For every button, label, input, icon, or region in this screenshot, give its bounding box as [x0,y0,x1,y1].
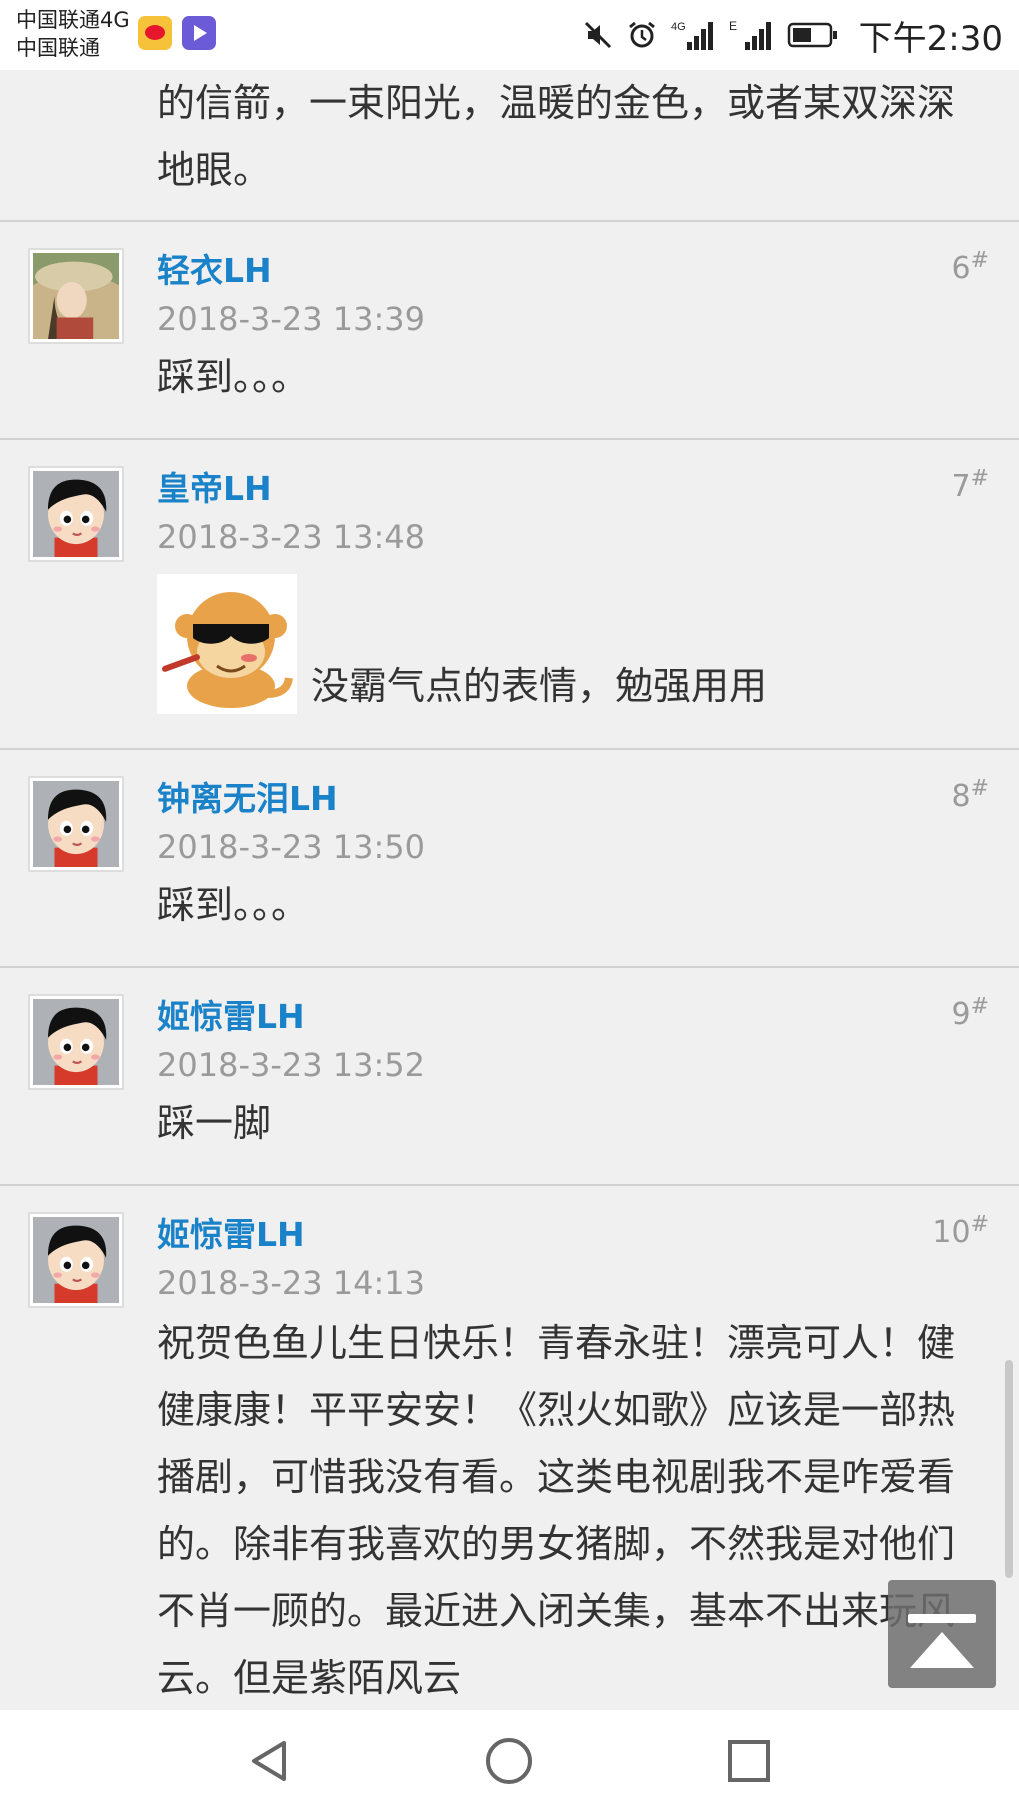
avatar[interactable] [28,248,124,344]
system-nav-bar [0,1710,1019,1812]
avatar[interactable] [28,1212,124,1308]
back-to-top-button[interactable] [888,1580,996,1688]
monkey-sunglasses-emoticon [157,574,297,714]
comment-text: 踩到。。。 [157,883,310,927]
comment-content: 没霸气点的表情，勉强用用 [157,574,767,714]
carrier-line1: 中国联通4G [16,8,130,32]
back-nav-button[interactable] [240,1731,300,1791]
floor-mark: # [970,466,989,491]
comment-item: 姬惊雷LH 10# 2018-3-23 14:13 祝贺色鱼儿生日快乐！青春永驻… [0,1186,1019,1710]
comment-text: 没霸气点的表情，勉强用用 [311,664,768,708]
floor-number: 7# [951,466,989,504]
floor-value: 10 [932,1215,971,1250]
floor-number: 6# [951,248,989,286]
comment-time: 2018-3-23 14:13 [157,1264,425,1302]
alarm-icon [627,20,657,50]
floor-number: 9# [951,994,989,1032]
floor-mark: # [970,248,989,273]
comment-item: 轻衣LH 6# 2018-3-23 13:39 踩到。。。 [0,222,1019,438]
username[interactable]: 姬惊雷LH [157,990,305,1038]
avatar[interactable] [28,776,124,872]
video-app-notification-icon [182,16,216,50]
signal-e-icon: E [729,18,773,52]
floor-value: 8 [951,779,971,814]
username[interactable]: 皇帝LH [157,462,272,510]
status-bar: 中国联通4G 中国联通 4G E 下午2:30 [0,0,1019,70]
floor-number: 8# [951,776,989,814]
username[interactable]: 轻衣LH [157,244,272,292]
status-icons: 4G E 下午2:30 [583,12,1003,59]
comment-text: 踩到。。。 [157,355,310,399]
floor-mark: # [970,994,989,1019]
home-circle-icon [486,1738,533,1784]
carrier-line2: 中国联通 [16,36,100,60]
back-to-top-bar-icon [908,1614,976,1623]
weibo-notification-icon [138,16,172,50]
partial-comment-text: 的信箭，一束阳光，温暖的金色，或者某双深深地眼。 [157,81,956,192]
floor-value: 9 [951,997,971,1032]
clock-time: 下午2:30 [858,18,1003,59]
comment-time: 2018-3-23 13:39 [157,300,425,338]
comment-item: 皇帝LH 7# 2018-3-23 13:48 没霸气点的表情，勉强用用 [0,440,1019,748]
comment-item: 钟离无泪LH 8# 2018-3-23 13:50 踩到。。。 [0,750,1019,966]
comment-text: 踩一脚 [157,1101,272,1145]
comment-time: 2018-3-23 13:48 [157,518,425,556]
edge-label: E [729,19,737,33]
floor-mark: # [970,776,989,801]
network-type-label: 4G [671,21,686,33]
comment-item: 姬惊雷LH 9# 2018-3-23 13:52 踩一脚 [0,968,1019,1184]
battery-icon [787,21,839,49]
recents-nav-button[interactable] [719,1731,779,1791]
mute-icon [583,20,613,50]
avatar[interactable] [28,994,124,1090]
scrollbar[interactable] [1005,1360,1013,1578]
comment-time: 2018-3-23 13:52 [157,1046,425,1084]
comment-list[interactable]: 的信箭，一束阳光，温暖的金色，或者某双深深地眼。 轻衣LH 6# 2018-3-… [0,70,1019,1710]
arrow-up-icon [910,1632,974,1668]
avatar[interactable] [28,466,124,562]
back-triangle-icon [251,1741,286,1781]
signal-4g-icon: 4G [671,18,715,52]
floor-value: 7 [951,469,971,504]
home-nav-button[interactable] [479,1731,539,1791]
floor-number: 10# [932,1212,989,1250]
comment-text: 祝贺色鱼儿生日快乐！青春永驻！漂亮可人！健健康康！平平安安！《烈火如歌》应该是一… [157,1321,956,1700]
floor-mark: # [970,1212,989,1237]
username[interactable]: 姬惊雷LH [157,1208,305,1256]
comment-time: 2018-3-23 13:50 [157,828,425,866]
username[interactable]: 钟离无泪LH [157,772,338,820]
floor-value: 6 [951,251,971,286]
carrier-info: 中国联通4G 中国联通 [16,6,130,62]
recents-square-icon [728,1740,771,1782]
